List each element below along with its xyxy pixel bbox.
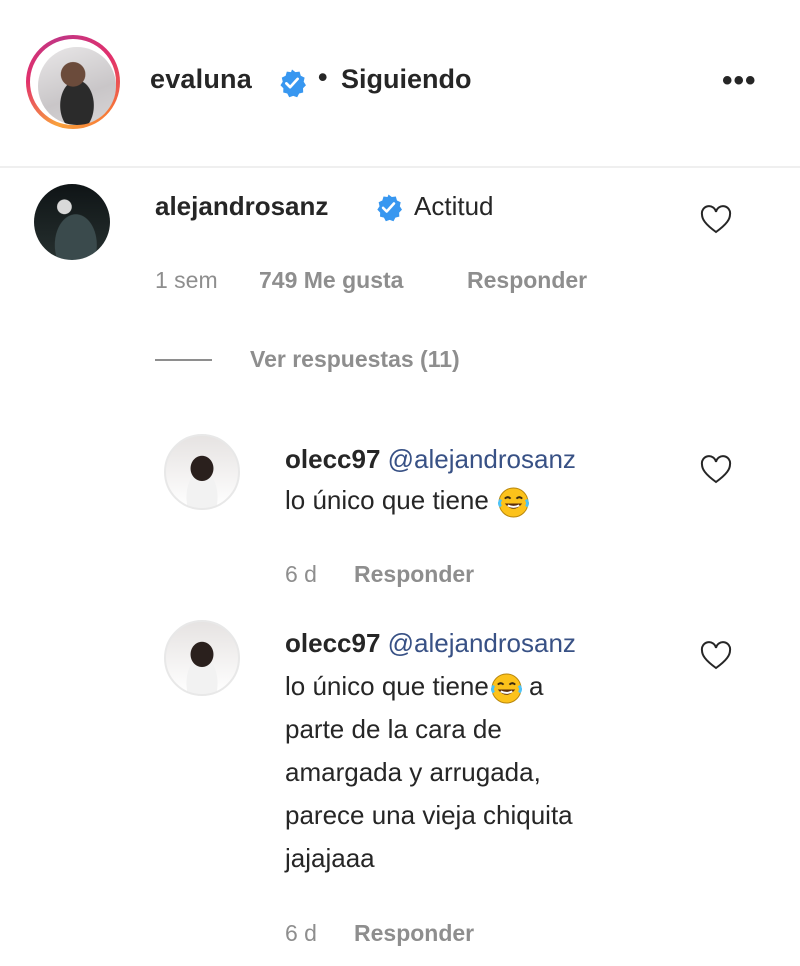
reply-button[interactable]: Responder <box>354 561 474 588</box>
reply-username-text[interactable]: olecc97 <box>285 444 380 474</box>
mention-link[interactable]: @alejandrosanz <box>388 628 576 658</box>
following-button[interactable]: Siguiendo <box>341 64 472 95</box>
comment-avatar[interactable] <box>34 184 110 260</box>
story-ring[interactable] <box>26 35 120 129</box>
like-heart-icon[interactable] <box>700 641 732 671</box>
reply-username-text[interactable]: olecc97 <box>285 628 380 658</box>
likes-count[interactable]: 749 Me gusta <box>259 267 403 294</box>
reply-text: lo único que tiene <box>285 479 530 522</box>
face-with-tears-of-joy-icon <box>490 673 522 704</box>
post-header: evaluna • Siguiendo ••• <box>0 0 800 168</box>
reply-text-segment: lo único que tiene <box>285 671 489 701</box>
reply-text: lo único que tiene a parte de la cara de… <box>285 665 685 880</box>
reply-username: olecc97 @alejandrosanz <box>285 628 576 659</box>
reply-text-line: lo único que tiene a <box>285 665 685 708</box>
separator-dot: • <box>318 62 328 92</box>
comment-text: Actitud <box>414 191 494 221</box>
reply-text-line: jajajaaa <box>285 843 375 873</box>
reply-text-line: parte de la cara de <box>285 714 502 744</box>
reply-text-line: lo único que tiene <box>285 485 489 515</box>
comment-timestamp[interactable]: 1 sem <box>155 267 218 294</box>
face-with-tears-of-joy-icon <box>498 487 530 518</box>
verified-badge-icon <box>374 193 403 227</box>
mention-link[interactable]: @alejandrosanz <box>388 444 576 474</box>
reply-button[interactable]: Responder <box>354 920 474 947</box>
reply-text-line: amargada y arrugada, <box>285 757 541 787</box>
replies-divider <box>155 359 212 361</box>
reply-timestamp[interactable]: 6 d <box>285 920 317 947</box>
reply-text-segment: a <box>521 671 544 701</box>
reply-username: olecc97 @alejandrosanz <box>285 444 576 475</box>
post-author-username[interactable]: evaluna <box>150 64 252 95</box>
reply-avatar[interactable] <box>164 620 240 696</box>
like-heart-icon[interactable] <box>700 455 732 485</box>
avatar[interactable] <box>38 47 116 125</box>
view-replies-button[interactable]: Ver respuestas (11) <box>250 346 460 373</box>
like-heart-icon[interactable] <box>700 205 732 235</box>
reply-text-line: parece una vieja chiquita <box>285 800 573 830</box>
reply-timestamp[interactable]: 6 d <box>285 561 317 588</box>
reply-button[interactable]: Responder <box>467 267 587 294</box>
more-options-button[interactable]: ••• <box>722 66 757 96</box>
comment-username[interactable]: alejandrosanz <box>155 191 328 222</box>
verified-badge-icon <box>277 68 307 103</box>
reply-avatar[interactable] <box>164 434 240 510</box>
